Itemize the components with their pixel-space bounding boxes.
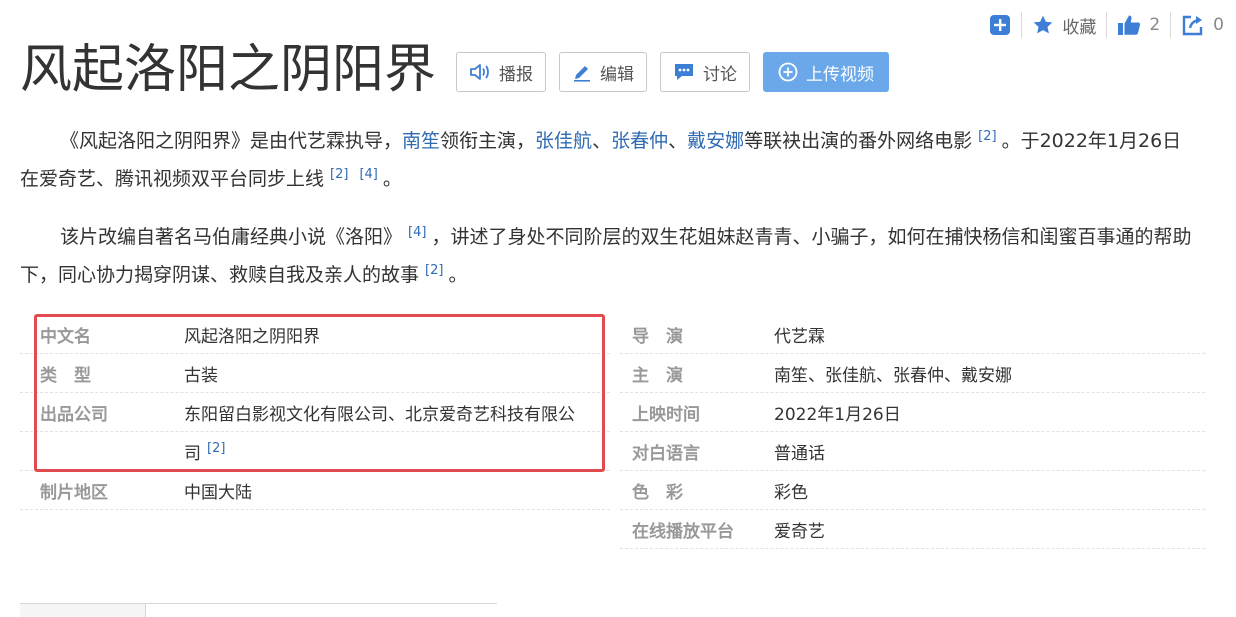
link-nanxiao[interactable]: 南笙 <box>402 130 440 152</box>
info-row-platform: 在线播放平台 爱奇艺 <box>620 510 1205 549</box>
thumbs-up-icon <box>1118 15 1141 35</box>
catalog-tab-divider <box>145 603 146 617</box>
info-key: 色 彩 <box>632 482 683 503</box>
reference-link[interactable]: [2] <box>978 129 996 144</box>
upload-video-label: 上传视频 <box>806 64 875 85</box>
highlight-annotation-box <box>34 314 605 472</box>
summary-text: 等联袂出演的番外网络电影 <box>744 130 973 152</box>
reference-link[interactable]: [4] <box>408 225 426 240</box>
link-zhangchunzhong[interactable]: 张春仲 <box>611 130 668 152</box>
edit-label: 编辑 <box>600 64 635 85</box>
summary-paragraph-1: 《风起洛阳之阴阳界》是由代艺霖执导，南笙领衔主演，张佳航、张春仲、戴安娜等联袂出… <box>20 120 1200 196</box>
summary-paragraph-2: 该片改编自著名马伯庸经典小说《洛阳》 [4] ，讲述了身处不同阶层的双生花姐妹赵青青… <box>20 216 1200 292</box>
info-row-language: 对白语言 普通话 <box>620 432 1205 471</box>
summary-text: 领衔主演， <box>440 130 536 152</box>
summary-text: 《风起洛阳之阴阳界》是由代艺霖执导， <box>60 130 403 152</box>
divider <box>1170 12 1172 38</box>
share-button[interactable]: 0 <box>1181 14 1224 36</box>
link-zhangjiahang[interactable]: 张佳航 <box>535 130 592 152</box>
favorite-button[interactable]: 收藏 <box>1032 13 1096 38</box>
add-button[interactable] <box>989 14 1011 36</box>
info-value: 彩色 <box>774 482 808 503</box>
broadcast-button[interactable]: 播报 <box>456 52 547 92</box>
broadcast-label: 播报 <box>499 64 534 85</box>
add-icon <box>990 15 1011 35</box>
top-action-bar: 收藏 2 0 <box>989 8 1224 42</box>
info-row-region: 制片地区 中国大陆 <box>20 471 610 510</box>
share-count: 0 <box>1213 15 1224 35</box>
summary-text: 、 <box>592 130 612 152</box>
info-key: 上映时间 <box>632 404 700 425</box>
chat-icon <box>675 64 694 80</box>
speaker-icon <box>470 64 489 80</box>
pencil-icon <box>574 66 591 82</box>
info-key: 导 演 <box>632 326 683 347</box>
like-count: 2 <box>1149 15 1161 35</box>
info-row-cast: 主 演 南笙、张佳航、张春仲、戴安娜 <box>620 354 1205 393</box>
reference-link[interactable]: [2] <box>425 263 443 278</box>
reference-link[interactable]: [2] <box>330 167 348 182</box>
info-value: 代艺霖 <box>774 326 825 347</box>
info-value: 爱奇艺 <box>774 521 825 542</box>
info-value: 中国大陆 <box>184 482 252 503</box>
divider <box>1021 12 1023 38</box>
summary-text: 该片改编自著名马伯庸经典小说《洛阳》 <box>60 226 403 248</box>
page-title: 风起洛阳之阴阳界 <box>20 40 437 100</box>
plus-circle-icon <box>778 62 798 82</box>
summary-text: 。 <box>382 168 402 190</box>
summary-text: 。 <box>448 264 468 286</box>
info-key: 制片地区 <box>40 482 108 503</box>
discuss-label: 讨论 <box>703 64 738 85</box>
info-row-director: 导 演 代艺霖 <box>620 315 1205 354</box>
catalog-tab[interactable] <box>20 604 145 617</box>
title-row: 风起洛阳之阴阳界 播报 编辑 讨论 上传视频 <box>20 34 890 106</box>
share-icon <box>1182 15 1203 36</box>
info-key: 对白语言 <box>632 443 700 464</box>
info-row-color: 色 彩 彩色 <box>620 471 1205 510</box>
info-key: 在线播放平台 <box>632 521 734 542</box>
catalog-divider <box>20 603 497 604</box>
edit-button[interactable]: 编辑 <box>559 52 648 92</box>
favorite-label: 收藏 <box>1062 17 1097 38</box>
basic-info-right: 导 演 代艺霖 主 演 南笙、张佳航、张春仲、戴安娜 上映时间 2022年1月2… <box>620 315 1205 549</box>
info-value: 2022年1月26日 <box>774 404 901 425</box>
info-key: 主 演 <box>632 365 683 386</box>
title-actions: 播报 编辑 讨论 上传视频 <box>456 52 890 92</box>
info-row-release: 上映时间 2022年1月26日 <box>620 393 1205 432</box>
divider <box>1106 12 1108 38</box>
discuss-button[interactable]: 讨论 <box>660 52 751 92</box>
info-value: 普通话 <box>774 443 825 464</box>
upload-video-button[interactable]: 上传视频 <box>763 52 890 92</box>
summary-text: 、 <box>668 130 688 152</box>
reference-link[interactable]: [4] <box>359 167 377 182</box>
star-icon <box>1033 15 1053 34</box>
info-value: 南笙、张佳航、张春仲、戴安娜 <box>774 365 1012 386</box>
like-button[interactable]: 2 <box>1117 13 1160 37</box>
link-daianna[interactable]: 戴安娜 <box>687 130 744 152</box>
